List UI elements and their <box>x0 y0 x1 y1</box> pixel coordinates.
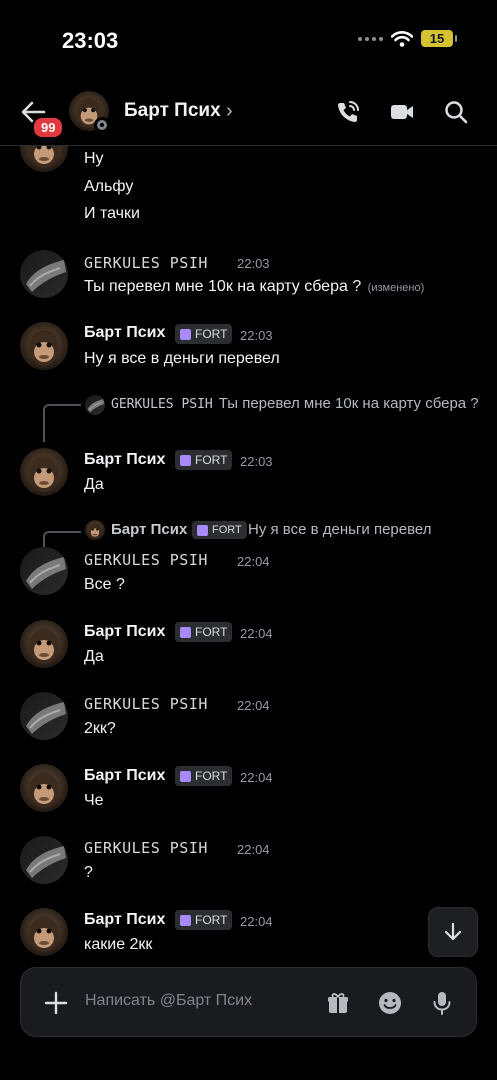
message-timestamp: 22:03 <box>240 454 273 469</box>
video-camera-icon[interactable] <box>388 98 416 126</box>
plus-icon[interactable] <box>43 990 69 1016</box>
message-text: Все ? <box>84 576 125 593</box>
avatar[interactable] <box>20 836 68 884</box>
chat-header: 99 Барт Псих › <box>0 86 497 146</box>
guild-tag[interactable]: FORT <box>192 521 247 539</box>
chat-title[interactable]: Барт Псих <box>124 100 221 122</box>
message-text: какие 2кк <box>84 936 153 953</box>
status-indicators: 15 <box>358 30 457 47</box>
avatar[interactable] <box>20 322 68 370</box>
message-text: Альфу <box>84 178 134 195</box>
message-author[interactable]: Барт Псих <box>84 911 165 929</box>
message-timestamp: 22:04 <box>237 554 270 569</box>
unread-badge: 99 <box>32 116 65 139</box>
avatar[interactable] <box>20 146 68 172</box>
message-timestamp: 22:04 <box>240 626 273 641</box>
message-author[interactable]: GERKULES PSIH <box>84 695 208 713</box>
avatar[interactable] <box>20 547 68 595</box>
reply-preview[interactable]: GERKULES PSIH Ты перевел мне 10к на карту… <box>84 391 479 418</box>
message-author[interactable]: Барт Псих <box>84 623 165 641</box>
message-timestamp: 22:04 <box>240 914 273 929</box>
message-text: Ну я все в деньги перевел <box>84 350 280 367</box>
phone-call-icon[interactable] <box>334 98 362 126</box>
message-author[interactable]: Барт Псих <box>84 451 165 469</box>
message-text: 2кк? <box>84 720 116 737</box>
message-input[interactable] <box>85 992 305 1010</box>
tag-icon <box>180 328 191 340</box>
microphone-icon[interactable] <box>429 990 455 1016</box>
message-text: И тачки <box>84 205 140 222</box>
message-text: Да <box>84 648 104 665</box>
chevron-right-icon[interactable]: › <box>226 100 233 123</box>
wifi-icon <box>391 30 413 47</box>
avatar[interactable] <box>20 250 68 298</box>
reply-preview[interactable]: Барт Псих <box>111 517 193 543</box>
guild-tag[interactable]: FORT <box>175 324 233 344</box>
arrow-down-icon <box>444 922 462 941</box>
message-timestamp: 22:03 <box>237 256 270 271</box>
tag-icon <box>180 454 191 466</box>
guild-tag[interactable]: FORT <box>175 910 233 930</box>
message-author[interactable]: Барт Псих <box>84 767 165 785</box>
reply-connector <box>43 404 81 442</box>
message-text: ? <box>84 864 93 881</box>
message-timestamp: 22:04 <box>237 842 270 857</box>
guild-tag[interactable]: FORT <box>175 766 233 786</box>
message-text: Ты перевел мне 10к на карту сбера ? (изм… <box>84 278 425 295</box>
emoji-icon[interactable] <box>377 990 403 1016</box>
avatar[interactable] <box>20 620 68 668</box>
message-text: Да <box>84 476 104 493</box>
message-timestamp: 22:03 <box>240 328 273 343</box>
status-time: 23:03 <box>62 28 119 53</box>
message-author[interactable]: GERKULES PSIH <box>84 254 208 272</box>
tag-icon <box>197 524 208 536</box>
guild-tag[interactable]: FORT <box>175 450 233 470</box>
tag-icon <box>180 770 191 782</box>
avatar[interactable] <box>20 764 68 812</box>
message-timestamp: 22:04 <box>240 770 273 785</box>
message-text: Ну <box>84 150 104 167</box>
message-author[interactable]: Барт Псих <box>84 324 165 342</box>
scroll-to-bottom-button[interactable] <box>428 907 478 957</box>
avatar[interactable] <box>20 692 68 740</box>
guild-tag[interactable]: FORT <box>175 622 233 642</box>
message-composer <box>20 967 477 1037</box>
avatar[interactable] <box>20 448 68 496</box>
battery-indicator: 15 <box>421 30 457 47</box>
gift-icon[interactable] <box>325 990 351 1016</box>
offline-status-icon <box>94 117 110 133</box>
tag-icon <box>180 626 191 638</box>
tag-icon <box>180 914 191 926</box>
reply-avatar <box>85 520 105 540</box>
reply-preview-text[interactable]: Ну я все в деньги перевел <box>248 517 432 543</box>
edited-label: (изменено) <box>367 282 425 294</box>
message-list[interactable]: Ну Альфу И тачки GERKULES PSIH 22:03 Ты … <box>0 146 497 966</box>
search-icon[interactable] <box>442 98 470 126</box>
message-author[interactable]: GERKULES PSIH <box>84 839 208 857</box>
message-author[interactable]: GERKULES PSIH <box>84 551 208 569</box>
message-text: Че <box>84 792 104 809</box>
status-bar: 23:03 15 <box>0 0 497 80</box>
avatar[interactable] <box>20 908 68 956</box>
message-timestamp: 22:04 <box>237 698 270 713</box>
signal-icon <box>358 36 383 41</box>
